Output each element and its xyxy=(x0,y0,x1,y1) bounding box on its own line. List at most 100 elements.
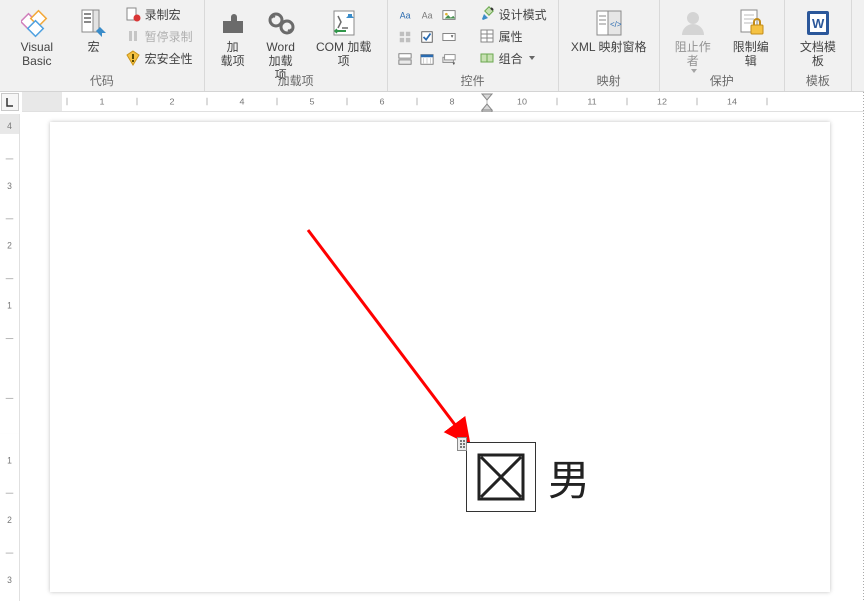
block-authors-label: 阻止作者 xyxy=(671,41,715,69)
restrict-editing-button[interactable]: 限制编辑 xyxy=(724,4,778,70)
document-template-icon: W xyxy=(802,7,834,39)
control-handle[interactable] xyxy=(457,437,467,451)
svg-text:4: 4 xyxy=(239,97,244,107)
control-options-column: 设计模式 属性 组合 xyxy=(474,4,552,68)
building-block-control[interactable] xyxy=(394,26,416,48)
horizontal-ruler[interactable]: 12456810111214 xyxy=(22,92,864,112)
addins-button[interactable]: 加 载项 xyxy=(211,4,255,70)
svg-text:1: 1 xyxy=(7,455,12,465)
controls-gallery: Aa Aa xyxy=(394,4,460,70)
page-content: 男 xyxy=(50,122,830,592)
svg-text:4: 4 xyxy=(7,121,12,131)
ribbon-group-addins: 加 载项 Word 加载项 COM 加载项 加载项 xyxy=(205,0,388,91)
word-addins-icon xyxy=(265,7,297,39)
svg-text:</>: </> xyxy=(610,20,622,29)
form-checkbox-control[interactable]: 男 xyxy=(466,442,590,512)
document-page[interactable]: 男 xyxy=(50,122,830,592)
checkbox-control[interactable] xyxy=(416,26,438,48)
svg-text:1: 1 xyxy=(99,97,104,107)
svg-text:1: 1 xyxy=(7,300,12,310)
pause-recording-icon xyxy=(125,28,141,44)
visual-basic-icon xyxy=(21,7,53,39)
svg-text:10: 10 xyxy=(517,97,527,107)
document-template-label: 文档模板 xyxy=(796,41,840,69)
checkbox-label: 男 xyxy=(548,447,590,508)
group-icon xyxy=(479,50,495,66)
combo-box-control[interactable] xyxy=(438,26,460,48)
com-addins-button[interactable]: COM 加载项 xyxy=(307,4,381,70)
macro-security-button[interactable]: 宏安全性 xyxy=(120,48,198,68)
com-addins-label: COM 加载项 xyxy=(312,41,376,69)
ribbon-group-controls-footer: 控件 xyxy=(394,70,552,93)
dropdown-list-control[interactable] xyxy=(394,48,416,70)
svg-text:2: 2 xyxy=(169,97,174,107)
plain-text-control[interactable]: Aa xyxy=(416,4,438,26)
rich-text-control[interactable]: Aa xyxy=(394,4,416,26)
indent-marker[interactable] xyxy=(480,92,494,112)
design-mode-label: 设计模式 xyxy=(499,6,547,23)
addins-icon xyxy=(217,7,249,39)
document-template-button[interactable]: W 文档模板 xyxy=(791,4,845,70)
addins-label: 加 载项 xyxy=(221,41,245,69)
svg-text:Aa: Aa xyxy=(399,11,410,21)
dropdown-caret-icon xyxy=(691,69,697,73)
ribbon-group-code-footer: 代码 xyxy=(6,70,198,93)
ribbon: Visual Basic 宏 录制宏 xyxy=(0,0,864,92)
picture-control[interactable] xyxy=(438,4,460,26)
macros-label: 宏 xyxy=(88,41,100,55)
ribbon-group-code: Visual Basic 宏 录制宏 xyxy=(0,0,205,91)
vertical-ruler[interactable]: 4 3 2 1 1 2 3 xyxy=(0,114,20,601)
xml-mapping-label: XML 映射窗格 xyxy=(571,41,647,55)
restrict-editing-label: 限制编辑 xyxy=(729,41,773,69)
svg-text:2: 2 xyxy=(7,241,12,251)
ribbon-group-controls: Aa Aa 设计模式 xyxy=(388,0,559,91)
design-mode-icon xyxy=(479,6,495,22)
record-macro-button[interactable]: 录制宏 xyxy=(120,4,198,24)
svg-text:2: 2 xyxy=(7,515,12,525)
macro-security-label: 宏安全性 xyxy=(145,50,193,67)
group-button[interactable]: 组合 xyxy=(474,48,552,68)
restrict-editing-icon xyxy=(735,7,767,39)
ribbon-group-protect-footer: 保护 xyxy=(666,70,778,93)
pause-recording-label: 暂停录制 xyxy=(145,28,193,45)
com-addins-icon xyxy=(328,7,360,39)
properties-button[interactable]: 属性 xyxy=(474,26,552,46)
properties-label: 属性 xyxy=(499,28,523,45)
design-mode-button[interactable]: 设计模式 xyxy=(474,4,552,24)
macro-security-icon xyxy=(125,50,141,66)
svg-text:3: 3 xyxy=(7,575,12,585)
svg-text:11: 11 xyxy=(587,97,596,107)
macro-options-column: 录制宏 暂停录制 宏安全性 xyxy=(120,4,198,68)
xml-mapping-button[interactable]: </> XML 映射窗格 xyxy=(565,4,653,70)
visual-basic-button[interactable]: Visual Basic xyxy=(6,4,68,70)
pause-recording-button: 暂停录制 xyxy=(120,26,198,46)
svg-text:3: 3 xyxy=(7,181,12,191)
tab-stop-icon xyxy=(4,96,16,108)
legacy-tools-control[interactable] xyxy=(438,48,460,70)
checkbox-box[interactable] xyxy=(466,442,536,512)
ribbon-group-template-footer: 模板 xyxy=(791,70,845,93)
svg-text:Aa: Aa xyxy=(421,11,432,21)
group-label: 组合 xyxy=(499,50,523,67)
block-authors-button[interactable]: 阻止作者 xyxy=(666,4,720,70)
svg-text:5: 5 xyxy=(309,97,314,107)
visual-basic-label: Visual Basic xyxy=(11,41,63,69)
properties-icon xyxy=(479,28,495,44)
ribbon-group-mapping-footer: 映射 xyxy=(565,70,653,93)
svg-text:W: W xyxy=(812,16,825,31)
macros-icon xyxy=(78,7,110,39)
xml-mapping-icon: </> xyxy=(593,7,625,39)
macros-button[interactable]: 宏 xyxy=(72,4,116,70)
checkbox-glyph-icon xyxy=(477,453,525,501)
tab-selector[interactable] xyxy=(1,93,19,111)
dropdown-caret-icon xyxy=(529,56,535,60)
ribbon-group-addins-footer: 加载项 xyxy=(211,70,381,93)
date-picker-control[interactable] xyxy=(416,48,438,70)
word-addins-button[interactable]: Word 加载项 xyxy=(259,4,303,70)
ribbon-group-mapping: </> XML 映射窗格 映射 xyxy=(559,0,660,91)
block-authors-icon xyxy=(677,7,709,39)
document-area: 12456810111214 4 3 2 1 1 2 3 xyxy=(0,92,864,601)
record-macro-icon xyxy=(125,6,141,22)
record-macro-label: 录制宏 xyxy=(145,6,181,23)
svg-text:14: 14 xyxy=(727,97,737,107)
